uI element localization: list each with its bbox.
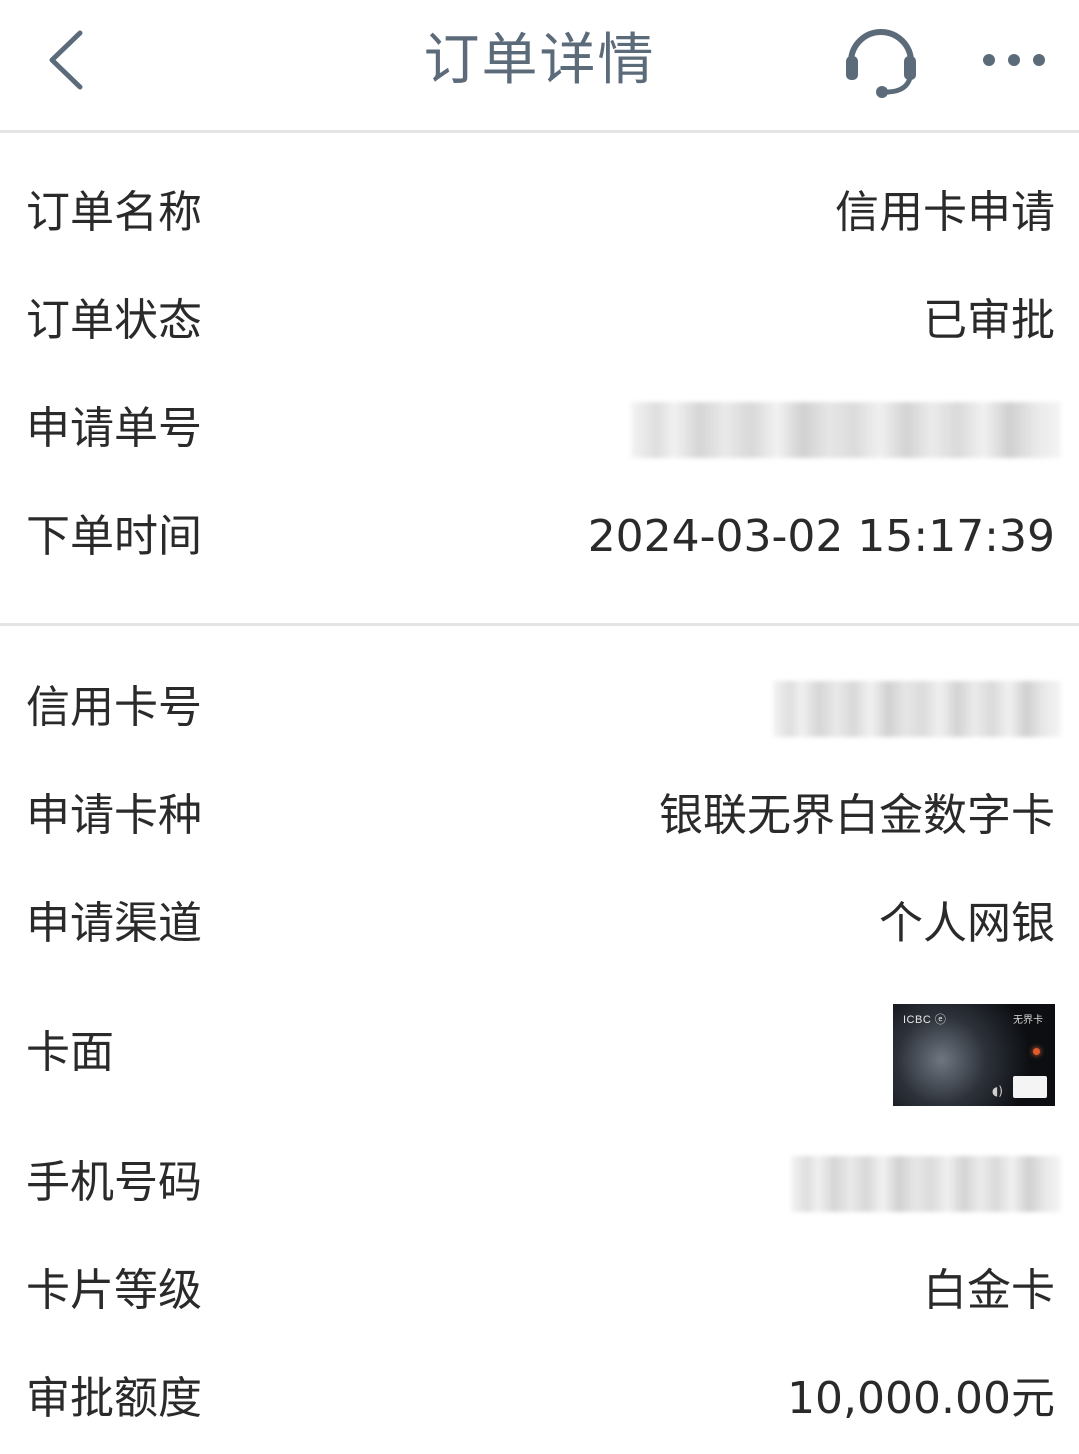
row-label: 手机号码	[26, 1157, 202, 1208]
row-label: 卡片等级	[26, 1265, 202, 1316]
redacted-phone-number	[791, 1156, 1061, 1212]
section-divider	[0, 623, 1079, 626]
customer-service-button[interactable]	[840, 20, 922, 102]
order-status-row: 订单状态 已审批	[0, 276, 1079, 366]
header-divider	[0, 130, 1079, 133]
card-number-row: 信用卡号	[0, 663, 1079, 753]
row-label: 下单时间	[26, 511, 202, 562]
application-number-row: 申请单号	[0, 384, 1079, 474]
card-face-image[interactable]: ICBC ⓔ 无界卡 ◖)	[893, 1004, 1055, 1106]
row-label: 审批额度	[26, 1373, 202, 1424]
order-time-value: 2024-03-02 15:17:39	[587, 511, 1055, 562]
row-label: 订单名称	[26, 187, 202, 238]
row-label: 申请渠道	[26, 898, 202, 949]
card-type-value: 银联无界白金数字卡	[659, 790, 1055, 841]
approved-limit-value: 10,000.00元	[787, 1373, 1055, 1424]
row-label: 卡面	[26, 1027, 114, 1078]
row-label: 信用卡号	[26, 682, 202, 733]
row-label: 申请卡种	[26, 790, 202, 841]
row-label: 申请单号	[26, 403, 202, 454]
redacted-card-number	[773, 681, 1061, 737]
card-level-row: 卡片等级 白金卡	[0, 1246, 1079, 1336]
headset-icon	[846, 29, 916, 98]
planet-graphic	[1033, 1048, 1040, 1055]
channel-row: 申请渠道 个人网银	[0, 879, 1079, 969]
order-time-row: 下单时间 2024-03-02 15:17:39	[0, 492, 1079, 582]
more-button[interactable]	[975, 40, 1055, 80]
card-face-row: 卡面 ICBC ⓔ 无界卡 ◖)	[0, 1004, 1079, 1118]
top-nav-bar: 订单详情	[0, 0, 1079, 130]
unionpay-badge	[1013, 1076, 1047, 1098]
card-level-value: 白金卡	[923, 1265, 1055, 1316]
approved-limit-row: 审批额度 10,000.00元	[0, 1354, 1079, 1444]
redacted-application-number	[631, 402, 1061, 458]
phone-number-row: 手机号码	[0, 1138, 1079, 1228]
order-name-row: 订单名称 信用卡申请	[0, 168, 1079, 258]
order-name-value: 信用卡申请	[835, 187, 1055, 238]
contactless-icon: ◖)	[991, 1084, 1003, 1098]
bank-logo: ICBC ⓔ	[903, 1014, 947, 1026]
card-type-row: 申请卡种 银联无界白金数字卡	[0, 771, 1079, 861]
card-name-text: 无界卡	[1013, 1015, 1043, 1026]
channel-value: 个人网银	[879, 898, 1055, 949]
more-dots-icon	[983, 54, 1045, 66]
row-label: 订单状态	[26, 295, 202, 346]
order-status-value: 已审批	[923, 295, 1055, 346]
